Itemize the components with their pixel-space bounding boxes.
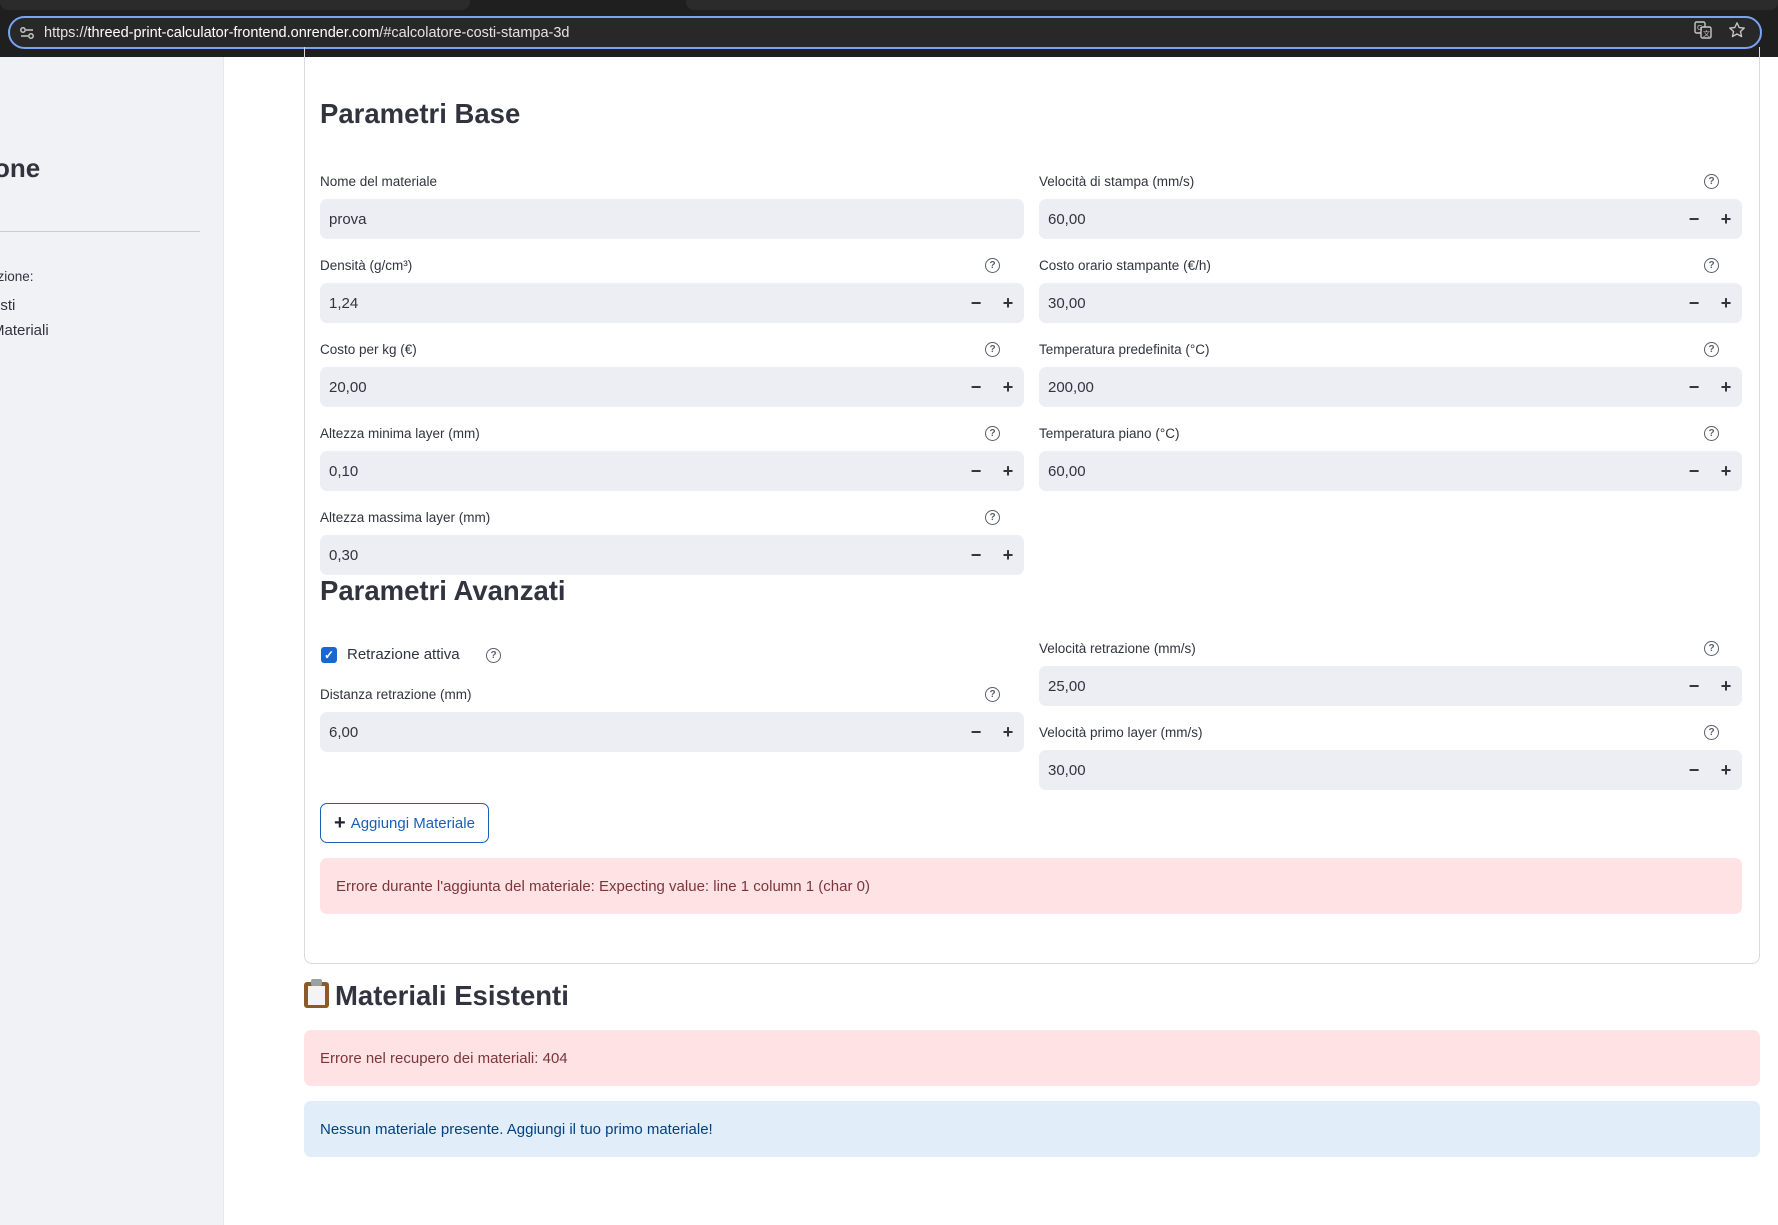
bed-temp-label: Temperatura piano (°C) (1039, 426, 1180, 441)
question-circle-icon[interactable]: ? (985, 510, 1000, 525)
browser-tab[interactable] (0, 0, 470, 10)
question-circle-icon[interactable]: ? (985, 258, 1000, 273)
decrement-button[interactable]: − (960, 712, 992, 752)
increment-button[interactable]: + (992, 367, 1024, 407)
increment-button[interactable]: + (1710, 199, 1742, 239)
retraction-speed-input[interactable]: 25,00 − + (1039, 666, 1742, 706)
retraction-distance-input[interactable]: 6,00 − + (320, 712, 1024, 752)
clipboard-icon (304, 979, 329, 1008)
svg-text:G: G (1697, 24, 1702, 32)
address-bar[interactable]: https://threed-print-calculator-frontend… (8, 16, 1762, 49)
base-section-heading: Parametri Base (320, 98, 521, 129)
retraction-checkbox-label[interactable]: Retrazione attiva (347, 646, 460, 663)
max-layer-label: Altezza massima layer (mm) (320, 510, 491, 525)
print-speed-input[interactable]: 60,00 − + (1039, 199, 1742, 239)
decrement-button[interactable]: − (960, 535, 992, 575)
question-circle-icon[interactable]: ? (486, 648, 501, 663)
increment-button[interactable]: + (1710, 451, 1742, 491)
decrement-button[interactable]: − (1678, 666, 1710, 706)
increment-button[interactable]: + (992, 283, 1024, 323)
question-circle-icon[interactable]: ? (1704, 174, 1719, 189)
fetch-error-alert: Errore nel recupero dei materiali: 404 (304, 1030, 1760, 1086)
no-materials-text: Nessun materiale presente. Aggiungi il t… (320, 1120, 713, 1138)
question-circle-icon[interactable]: ? (985, 426, 1000, 441)
checkmark-icon: ✓ (323, 648, 335, 662)
first-layer-speed-input[interactable]: 30,00 − + (1039, 750, 1742, 790)
decrement-button[interactable]: − (960, 367, 992, 407)
sidebar-radio-materiali[interactable]: Materiali (0, 322, 49, 339)
retraction-distance-label: Distanza retrazione (mm) (320, 687, 472, 702)
tune-icon[interactable] (10, 26, 44, 39)
hourly-cost-input[interactable]: 30,00 − + (1039, 283, 1742, 323)
add-error-alert: Errore durante l'aggiunta del materiale:… (320, 858, 1742, 914)
density-label: Densità (g/cm³) (320, 258, 413, 273)
material-name-input[interactable]: prova (320, 199, 1024, 239)
sidebar: one ezione: osti Materiali (0, 57, 224, 1225)
cost-per-kg-label: Costo per kg (€) (320, 342, 417, 357)
question-circle-icon[interactable]: ? (985, 687, 1000, 702)
first-layer-speed-label: Velocità primo layer (mm/s) (1039, 725, 1203, 740)
decrement-button[interactable]: − (1678, 199, 1710, 239)
question-circle-icon[interactable]: ? (1704, 641, 1719, 656)
question-circle-icon[interactable]: ? (1704, 342, 1719, 357)
no-materials-info: Nessun materiale presente. Aggiungi il t… (304, 1101, 1760, 1157)
question-circle-icon[interactable]: ? (1704, 258, 1719, 273)
default-temp-label: Temperatura predefinita (°C) (1039, 342, 1210, 357)
plus-icon: + (334, 812, 346, 834)
sidebar-title: one (0, 153, 41, 183)
max-layer-input[interactable]: 0,30 − + (320, 535, 1024, 575)
default-temp-input[interactable]: 200,00 − + (1039, 367, 1742, 407)
url-text: https://threed-print-calculator-frontend… (44, 24, 570, 41)
decrement-button[interactable]: − (1678, 367, 1710, 407)
question-circle-icon[interactable]: ? (1704, 725, 1719, 740)
increment-button[interactable]: + (1710, 367, 1742, 407)
decrement-button[interactable]: − (1678, 750, 1710, 790)
question-circle-icon[interactable]: ? (985, 342, 1000, 357)
sidebar-radio-costi[interactable]: osti (0, 297, 15, 314)
decrement-button[interactable]: − (1678, 451, 1710, 491)
increment-button[interactable]: + (992, 451, 1024, 491)
add-material-button[interactable]: + Aggiungi Materiale (320, 803, 489, 843)
retraction-speed-label: Velocità retrazione (mm/s) (1039, 641, 1196, 656)
print-speed-label: Velocità di stampa (mm/s) (1039, 174, 1195, 189)
min-layer-label: Altezza minima layer (mm) (320, 426, 480, 441)
increment-button[interactable]: + (992, 712, 1024, 752)
add-material-label: Aggiungi Materiale (350, 814, 475, 832)
material-form: Parametri Base Nome del materiale prova … (304, 47, 1760, 964)
translate-icon[interactable]: 文G (1694, 21, 1712, 44)
fetch-error-text: Errore nel recupero dei materiali: 404 (320, 1049, 568, 1067)
svg-text:文: 文 (1703, 29, 1710, 38)
add-error-text: Errore durante l'aggiunta del materiale:… (336, 877, 870, 895)
retraction-checkbox[interactable]: ✓ (321, 647, 337, 663)
sidebar-section-label: ezione: (0, 269, 34, 284)
bed-temp-input[interactable]: 60,00 − + (1039, 451, 1742, 491)
decrement-button[interactable]: − (960, 451, 992, 491)
decrement-button[interactable]: − (960, 283, 992, 323)
cost-per-kg-input[interactable]: 20,00 − + (320, 367, 1024, 407)
sidebar-divider (0, 231, 200, 232)
increment-button[interactable]: + (1710, 666, 1742, 706)
material-name-label: Nome del materiale (320, 174, 438, 189)
question-circle-icon[interactable]: ? (1704, 426, 1719, 441)
main-content: Parametri Base Nome del materiale prova … (224, 47, 1778, 1225)
hourly-cost-label: Costo orario stampante (€/h) (1039, 258, 1211, 273)
browser-tab[interactable] (686, 0, 1778, 10)
star-icon[interactable] (1728, 21, 1746, 44)
decrement-button[interactable]: − (1678, 283, 1710, 323)
advanced-section-heading: Parametri Avanzati (320, 575, 566, 606)
increment-button[interactable]: + (1710, 283, 1742, 323)
existing-materials-heading: Materiali Esistenti (304, 979, 569, 1012)
increment-button[interactable]: + (1710, 750, 1742, 790)
increment-button[interactable]: + (992, 535, 1024, 575)
min-layer-input[interactable]: 0,10 − + (320, 451, 1024, 491)
density-input[interactable]: 1,24 − + (320, 283, 1024, 323)
